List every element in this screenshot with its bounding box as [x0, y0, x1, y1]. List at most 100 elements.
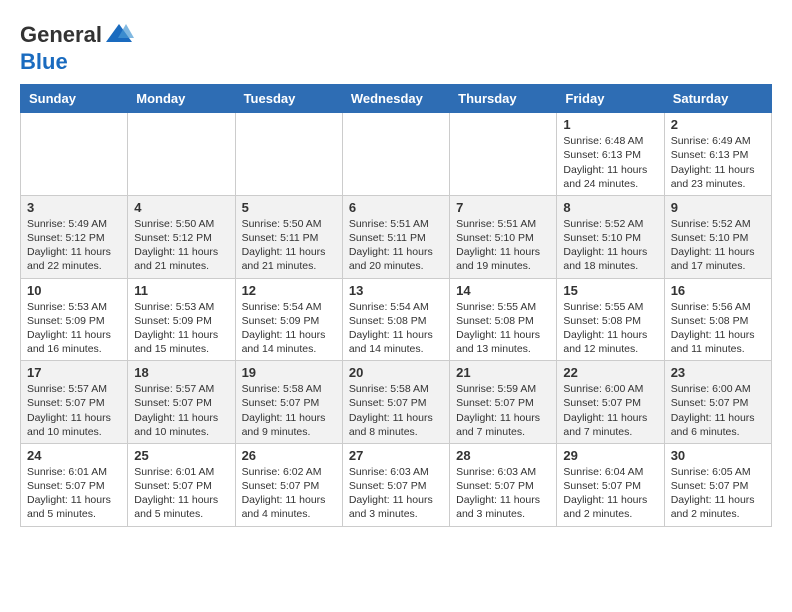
logo-blue: Blue [20, 49, 68, 74]
calendar-cell: 7 Sunrise: 5:51 AM Sunset: 5:10 PM Daylig… [450, 195, 557, 278]
calendar-cell: 11 Sunrise: 5:53 AM Sunset: 5:09 PM Dayli… [128, 278, 235, 361]
day-detail: Sunrise: 5:51 AM Sunset: 5:10 PM Dayligh… [456, 217, 550, 274]
day-number: 13 [349, 283, 443, 298]
weekday-header: Saturday [664, 85, 771, 113]
day-detail: Sunrise: 6:49 AM Sunset: 6:13 PM Dayligh… [671, 134, 765, 191]
day-number: 15 [563, 283, 657, 298]
calendar-week-row: 17Sunrise: 5:57 AM Sunset: 5:07 PM Dayli… [21, 361, 772, 444]
calendar-cell: 20Sunrise: 5:58 AM Sunset: 5:07 PM Dayli… [342, 361, 449, 444]
day-number: 10 [27, 283, 121, 298]
day-detail: Sunrise: 5:58 AM Sunset: 5:07 PM Dayligh… [242, 382, 336, 439]
calendar-cell: 17Sunrise: 5:57 AM Sunset: 5:07 PM Dayli… [21, 361, 128, 444]
day-number: 18 [134, 365, 228, 380]
day-detail: Sunrise: 5:58 AM Sunset: 5:07 PM Dayligh… [349, 382, 443, 439]
day-number: 23 [671, 365, 765, 380]
calendar-cell: 12Sunrise: 5:54 AM Sunset: 5:09 PM Dayli… [235, 278, 342, 361]
calendar-cell: 24Sunrise: 6:01 AM Sunset: 5:07 PM Dayli… [21, 443, 128, 526]
calendar-cell: 26 Sunrise: 6:02 AM Sunset: 5:07 PM Dayli… [235, 443, 342, 526]
calendar-cell: 13 Sunrise: 5:54 AM Sunset: 5:08 PM Dayli… [342, 278, 449, 361]
day-detail: Sunrise: 5:59 AM Sunset: 5:07 PM Dayligh… [456, 382, 550, 439]
day-number: 21 [456, 365, 550, 380]
logo-general: General [20, 23, 102, 47]
calendar-cell [128, 113, 235, 196]
day-detail: Sunrise: 6:01 AM Sunset: 5:07 PM Dayligh… [134, 465, 228, 522]
calendar-cell: 9 Sunrise: 5:52 AM Sunset: 5:10 PM Daylig… [664, 195, 771, 278]
day-detail: Sunrise: 5:49 AM Sunset: 5:12 PM Dayligh… [27, 217, 121, 274]
calendar-header-row: SundayMondayTuesdayWednesdayThursdayFrid… [21, 85, 772, 113]
calendar-cell [342, 113, 449, 196]
day-number: 8 [563, 200, 657, 215]
calendar-cell: 1 Sunrise: 6:48 AM Sunset: 6:13 PM Daylig… [557, 113, 664, 196]
day-number: 11 [134, 283, 228, 298]
day-number: 1 [563, 117, 657, 132]
day-detail: Sunrise: 6:05 AM Sunset: 5:07 PM Dayligh… [671, 465, 765, 522]
day-detail: Sunrise: 6:04 AM Sunset: 5:07 PM Dayligh… [563, 465, 657, 522]
weekday-header: Friday [557, 85, 664, 113]
day-number: 4 [134, 200, 228, 215]
day-number: 28 [456, 448, 550, 463]
day-number: 6 [349, 200, 443, 215]
day-detail: Sunrise: 6:01 AM Sunset: 5:07 PM Dayligh… [27, 465, 121, 522]
day-detail: Sunrise: 5:52 AM Sunset: 5:10 PM Dayligh… [563, 217, 657, 274]
day-detail: Sunrise: 6:03 AM Sunset: 5:07 PM Dayligh… [349, 465, 443, 522]
day-number: 3 [27, 200, 121, 215]
calendar-week-row: 10 Sunrise: 5:53 AM Sunset: 5:09 PM Dayli… [21, 278, 772, 361]
calendar-cell [235, 113, 342, 196]
day-detail: Sunrise: 6:02 AM Sunset: 5:07 PM Dayligh… [242, 465, 336, 522]
day-detail: Sunrise: 5:53 AM Sunset: 5:09 PM Dayligh… [27, 300, 121, 357]
calendar-cell: 3 Sunrise: 5:49 AM Sunset: 5:12 PM Daylig… [21, 195, 128, 278]
calendar-cell: 5 Sunrise: 5:50 AM Sunset: 5:11 PM Daylig… [235, 195, 342, 278]
day-number: 26 [242, 448, 336, 463]
day-number: 16 [671, 283, 765, 298]
calendar-cell: 16Sunrise: 5:56 AM Sunset: 5:08 PM Dayli… [664, 278, 771, 361]
day-detail: Sunrise: 5:50 AM Sunset: 5:11 PM Dayligh… [242, 217, 336, 274]
weekday-header: Tuesday [235, 85, 342, 113]
calendar-cell: 30 Sunrise: 6:05 AM Sunset: 5:07 PM Dayli… [664, 443, 771, 526]
day-detail: Sunrise: 6:00 AM Sunset: 5:07 PM Dayligh… [671, 382, 765, 439]
day-detail: Sunrise: 5:54 AM Sunset: 5:08 PM Dayligh… [349, 300, 443, 357]
calendar-cell: 21 Sunrise: 5:59 AM Sunset: 5:07 PM Dayli… [450, 361, 557, 444]
weekday-header: Wednesday [342, 85, 449, 113]
day-number: 12 [242, 283, 336, 298]
day-number: 30 [671, 448, 765, 463]
logo-icon [104, 20, 134, 50]
calendar-cell [450, 113, 557, 196]
day-detail: Sunrise: 6:03 AM Sunset: 5:07 PM Dayligh… [456, 465, 550, 522]
day-detail: Sunrise: 6:00 AM Sunset: 5:07 PM Dayligh… [563, 382, 657, 439]
weekday-header: Monday [128, 85, 235, 113]
calendar-cell: 8 Sunrise: 5:52 AM Sunset: 5:10 PM Daylig… [557, 195, 664, 278]
calendar-cell: 10 Sunrise: 5:53 AM Sunset: 5:09 PM Dayli… [21, 278, 128, 361]
calendar-cell: 15 Sunrise: 5:55 AM Sunset: 5:08 PM Dayli… [557, 278, 664, 361]
calendar-cell: 4 Sunrise: 5:50 AM Sunset: 5:12 PM Daylig… [128, 195, 235, 278]
weekday-header: Sunday [21, 85, 128, 113]
logo: General Blue [20, 20, 134, 74]
calendar-cell: 29Sunrise: 6:04 AM Sunset: 5:07 PM Dayli… [557, 443, 664, 526]
weekday-header: Thursday [450, 85, 557, 113]
day-detail: Sunrise: 5:52 AM Sunset: 5:10 PM Dayligh… [671, 217, 765, 274]
calendar-cell: 22 Sunrise: 6:00 AM Sunset: 5:07 PM Dayli… [557, 361, 664, 444]
calendar-week-row: 3 Sunrise: 5:49 AM Sunset: 5:12 PM Daylig… [21, 195, 772, 278]
day-detail: Sunrise: 5:51 AM Sunset: 5:11 PM Dayligh… [349, 217, 443, 274]
calendar-cell: 18 Sunrise: 5:57 AM Sunset: 5:07 PM Dayli… [128, 361, 235, 444]
day-detail: Sunrise: 5:55 AM Sunset: 5:08 PM Dayligh… [563, 300, 657, 357]
day-number: 25 [134, 448, 228, 463]
day-detail: Sunrise: 5:57 AM Sunset: 5:07 PM Dayligh… [134, 382, 228, 439]
day-number: 7 [456, 200, 550, 215]
calendar-cell: 25 Sunrise: 6:01 AM Sunset: 5:07 PM Dayli… [128, 443, 235, 526]
calendar-cell: 27Sunrise: 6:03 AM Sunset: 5:07 PM Dayli… [342, 443, 449, 526]
day-detail: Sunrise: 5:55 AM Sunset: 5:08 PM Dayligh… [456, 300, 550, 357]
calendar-cell: 2Sunrise: 6:49 AM Sunset: 6:13 PM Daylig… [664, 113, 771, 196]
day-detail: Sunrise: 6:48 AM Sunset: 6:13 PM Dayligh… [563, 134, 657, 191]
calendar-table: SundayMondayTuesdayWednesdayThursdayFrid… [20, 84, 772, 526]
day-number: 9 [671, 200, 765, 215]
calendar-cell: 23 Sunrise: 6:00 AM Sunset: 5:07 PM Dayli… [664, 361, 771, 444]
calendar-week-row: 1 Sunrise: 6:48 AM Sunset: 6:13 PM Daylig… [21, 113, 772, 196]
calendar-cell: 14Sunrise: 5:55 AM Sunset: 5:08 PM Dayli… [450, 278, 557, 361]
day-number: 5 [242, 200, 336, 215]
calendar-cell: 6 Sunrise: 5:51 AM Sunset: 5:11 PM Daylig… [342, 195, 449, 278]
day-detail: Sunrise: 5:53 AM Sunset: 5:09 PM Dayligh… [134, 300, 228, 357]
day-number: 22 [563, 365, 657, 380]
calendar-cell: 28 Sunrise: 6:03 AM Sunset: 5:07 PM Dayli… [450, 443, 557, 526]
day-detail: Sunrise: 5:50 AM Sunset: 5:12 PM Dayligh… [134, 217, 228, 274]
calendar-cell [21, 113, 128, 196]
